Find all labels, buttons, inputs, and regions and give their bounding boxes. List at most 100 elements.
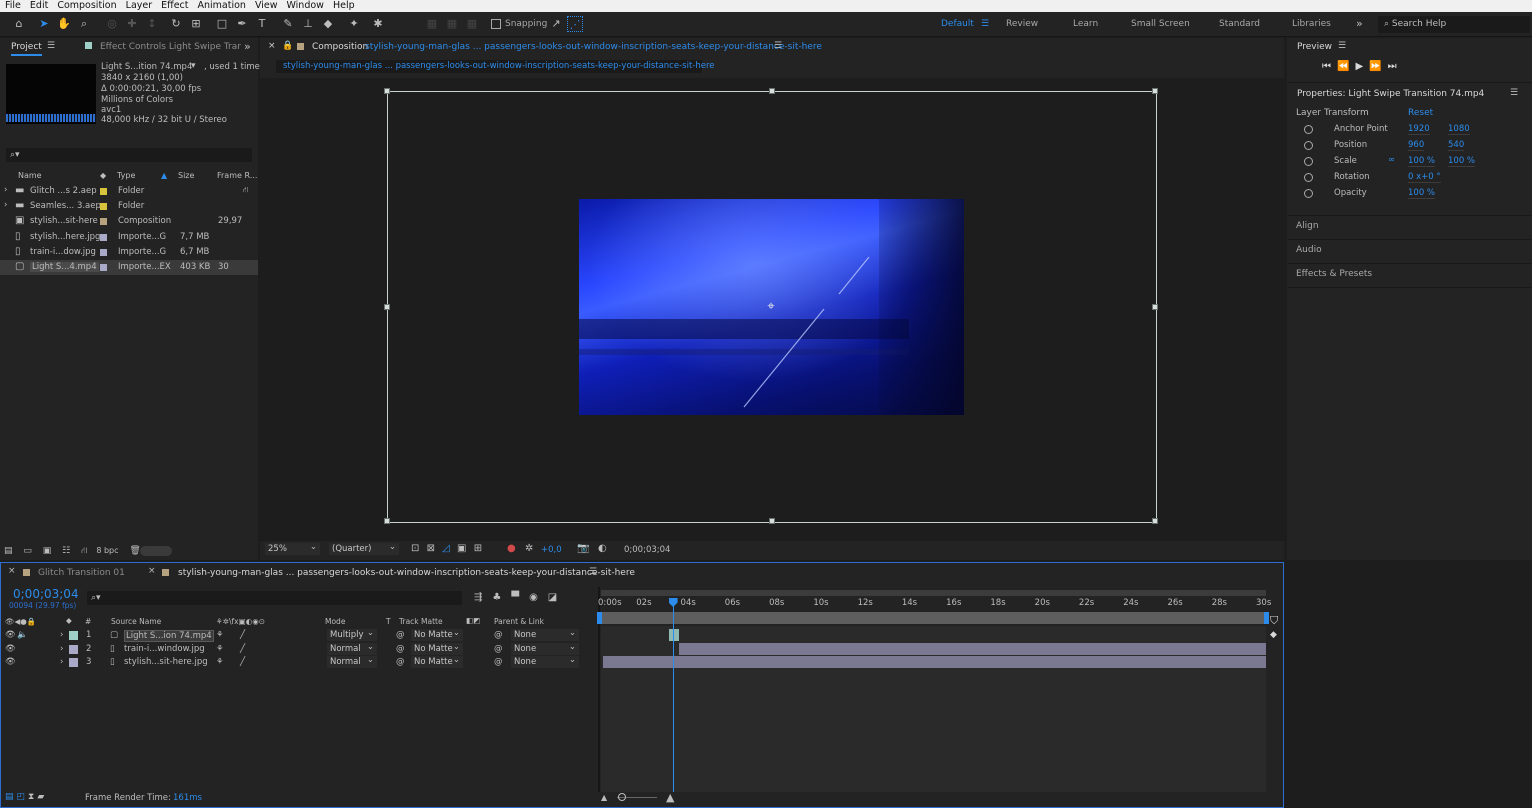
transform-handle-bottom-left[interactable]: [384, 518, 390, 524]
property-anchor-point-value-2[interactable]: 1080: [1448, 124, 1470, 135]
parent-pickwhip-icon[interactable]: @: [494, 657, 503, 667]
play-icon[interactable]: ▶: [1355, 61, 1369, 72]
next-frame-icon[interactable]: ⏩: [1369, 61, 1387, 72]
timeline-panel-menu-icon[interactable]: ☰: [589, 567, 597, 577]
resolution-dropdown[interactable]: (Quarter): [329, 541, 399, 555]
layer-row[interactable]: 👁 › 3 ▯ stylish...sit-here.jpg ⚘ ╱ Normal @ No Ma…: [0, 654, 598, 669]
close-composition-icon[interactable]: ×: [268, 41, 276, 51]
tab-effect-controls[interactable]: Effect Controls Light Swipe Trar: [100, 42, 241, 52]
comp-marker-icon[interactable]: ⛉: [1270, 614, 1278, 628]
close-timeline-tab-icon[interactable]: ×: [148, 566, 156, 576]
clone-stamp-tool-icon[interactable]: ⊥: [300, 16, 316, 32]
visibility-eye-icon[interactable]: 👁: [5, 644, 16, 654]
audio-speaker-icon[interactable]: 🔈: [17, 630, 28, 640]
track-matte-pickwhip-icon[interactable]: @: [396, 657, 405, 667]
color-channels-icon[interactable]: ●: [507, 543, 516, 554]
composition-subtab[interactable]: stylish-young-man-glas ... passengers-lo…: [276, 60, 715, 73]
parent-dropdown[interactable]: None: [511, 654, 579, 669]
layer-source-name[interactable]: Light S...ion 74.mp4: [124, 630, 214, 642]
label-color-swatch[interactable]: [100, 248, 107, 256]
exposure-value[interactable]: +0,0: [541, 545, 562, 555]
zoom-dropdown[interactable]: 25%: [265, 541, 320, 555]
grid-guides-icon[interactable]: ⊞: [474, 543, 482, 554]
shy-switch-icon[interactable]: ⚘: [216, 657, 224, 667]
work-area-start[interactable]: [597, 612, 602, 624]
zoom-tool-icon[interactable]: ⌕: [76, 16, 92, 32]
transform-handle-top[interactable]: [769, 88, 775, 94]
menu-item-help[interactable]: Help: [328, 0, 359, 12]
column-frame-rate[interactable]: Frame R...: [217, 171, 257, 180]
column-type[interactable]: Type: [117, 171, 135, 180]
interpret-footage-icon[interactable]: ▤: [4, 546, 13, 556]
layer-mode-dropdown[interactable]: Multiply: [327, 627, 377, 641]
shy-switch-icon[interactable]: ⚘: [216, 644, 224, 654]
preview-panel-menu-icon[interactable]: ☰: [1338, 41, 1346, 51]
menu-item-effect[interactable]: Effect: [156, 0, 192, 12]
tab-timeline-composition[interactable]: stylish-young-man-glas ... passengers-lo…: [178, 568, 635, 578]
layer-switches-toggle-icon[interactable]: ▤: [5, 792, 17, 802]
property-position-value-2[interactable]: 540: [1448, 140, 1465, 151]
expand-arrow-icon[interactable]: ›: [4, 200, 7, 210]
visibility-eye-icon[interactable]: 👁: [5, 630, 16, 640]
anchor-point-icon[interactable]: ⌖: [764, 300, 778, 314]
section-align[interactable]: Align: [1296, 221, 1319, 231]
snapping-checkbox[interactable]: [491, 19, 501, 29]
layer-label-color[interactable]: [69, 644, 78, 654]
draft-3d-icon[interactable]: ♣: [492, 592, 511, 603]
source-name-header[interactable]: Source Name: [111, 617, 161, 626]
local-axis-icon[interactable]: ▦: [424, 16, 440, 32]
type-tool-icon[interactable]: T: [254, 16, 270, 32]
layer-end-icon[interactable]: ◆: [1270, 630, 1277, 640]
puppet-tool-icon[interactable]: ✱: [370, 16, 386, 32]
parent-dropdown[interactable]: None: [511, 641, 579, 655]
property-scale-value-2[interactable]: 100 %: [1448, 156, 1476, 167]
stopwatch-icon[interactable]: [1304, 141, 1313, 150]
column-size[interactable]: Size: [178, 171, 194, 180]
quality-switch-icon[interactable]: ╱: [240, 644, 245, 654]
stopwatch-icon[interactable]: [1304, 173, 1313, 182]
mask-visibility-icon[interactable]: ◿: [442, 543, 450, 554]
column-name[interactable]: Name: [18, 171, 42, 180]
layer-duration-bar[interactable]: [603, 656, 1266, 669]
expand-layer-icon[interactable]: ›: [60, 657, 63, 667]
project-search-input[interactable]: ⌕▾: [6, 148, 252, 162]
label-color-swatch[interactable]: [100, 233, 107, 241]
label-color-swatch[interactable]: [100, 218, 107, 226]
playhead-line[interactable]: [672, 604, 674, 792]
layer-row[interactable]: 👁 › 2 ▯ train-i...window.jpg ⚘ ╱ Normal @ No Matt…: [0, 641, 598, 656]
project-item[interactable]: › ▬ Seamles... 3.aep Folder: [0, 199, 258, 214]
show-channel-icon[interactable]: ◐: [598, 543, 607, 554]
label-color-swatch[interactable]: [100, 203, 107, 211]
layer-row[interactable]: 👁🔈 › 1 ▢ Light S...ion 74.mp4⚘ ╱ Multiply @ No M…: [0, 627, 598, 642]
visibility-eye-icon[interactable]: 👁: [5, 657, 16, 667]
transform-handle-left[interactable]: [384, 304, 390, 310]
track-matte-pickwhip-icon[interactable]: @: [396, 630, 405, 640]
pan-camera-icon[interactable]: ✚: [124, 16, 140, 32]
workspace-standard[interactable]: Standard: [1219, 19, 1260, 29]
work-area-end[interactable]: [1264, 612, 1269, 624]
menu-item-view[interactable]: View: [250, 0, 282, 12]
footage-dropdown-icon[interactable]: ▾: [191, 61, 196, 71]
more-tabs-icon[interactable]: »: [244, 40, 251, 53]
transform-handle-top-left[interactable]: [384, 88, 390, 94]
layer-duration-bar[interactable]: [669, 629, 680, 641]
workspace-libraries[interactable]: Libraries: [1292, 19, 1331, 29]
transform-handle-bottom[interactable]: [769, 518, 775, 524]
parent-pickwhip-icon[interactable]: @: [494, 644, 503, 654]
zoom-in-icon[interactable]: ▲: [666, 791, 674, 804]
selection-tool-icon[interactable]: ➤: [36, 16, 52, 32]
workspace-default[interactable]: Default: [941, 19, 974, 29]
graph-editor-icon[interactable]: ◪: [548, 592, 567, 603]
transfer-controls-toggle-icon[interactable]: ◰: [17, 792, 29, 802]
zoom-out-icon[interactable]: ▲: [601, 793, 607, 802]
expand-workspaces-icon[interactable]: »: [1356, 17, 1363, 30]
pan-behind-tool-icon[interactable]: ⊞: [188, 16, 204, 32]
flowchart-view-icon[interactable]: ⛙: [81, 546, 87, 556]
expand-arrow-icon[interactable]: ›: [4, 185, 7, 195]
layer-source-name[interactable]: stylish...sit-here.jpg: [124, 657, 208, 667]
first-frame-icon[interactable]: ⏮: [1322, 61, 1337, 72]
exposure-reset-icon[interactable]: ✲: [525, 543, 533, 554]
region-of-interest-icon[interactable]: ▣: [457, 543, 466, 554]
track-matte-dropdown[interactable]: No Matte: [411, 641, 463, 655]
stopwatch-icon[interactable]: [1304, 125, 1313, 134]
